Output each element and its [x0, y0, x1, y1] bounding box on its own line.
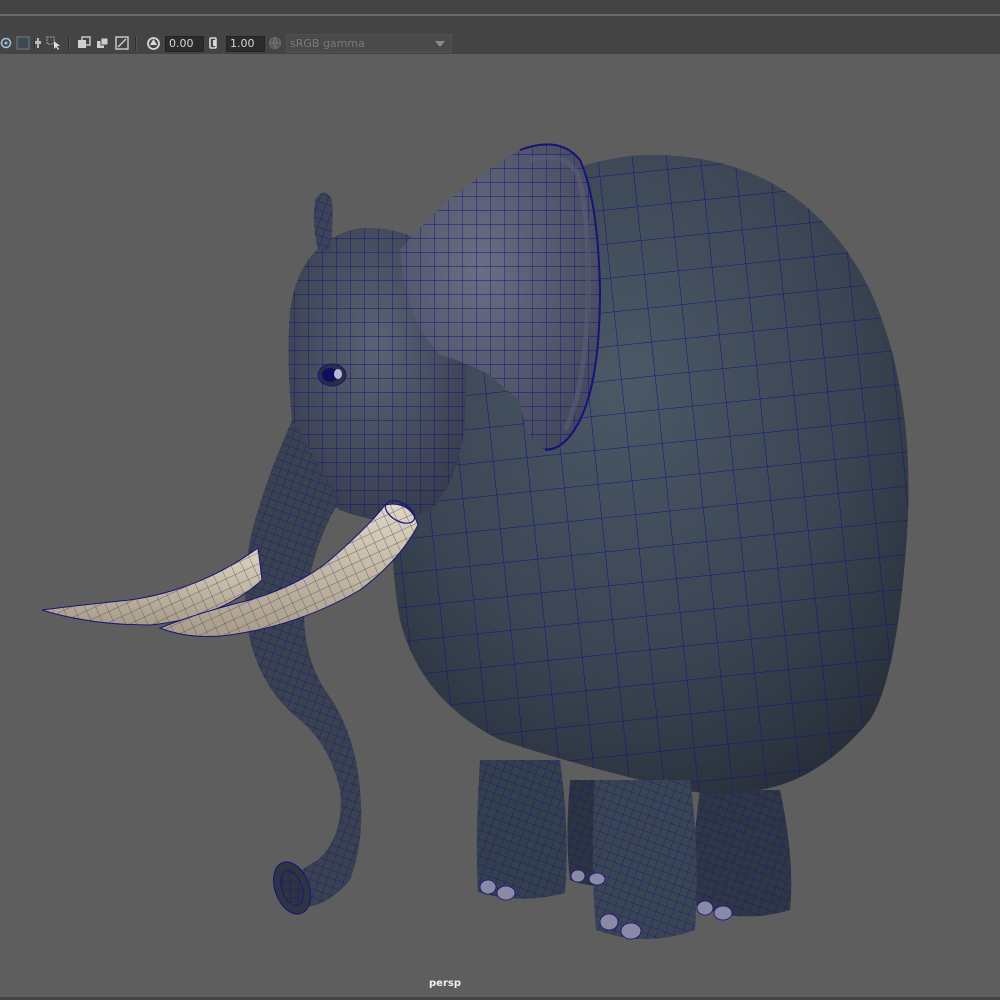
elephant-mesh[interactable]	[0, 54, 1000, 998]
camera-attr-icon[interactable]	[30, 35, 46, 51]
chevron-down-icon	[435, 41, 445, 47]
grid-icon[interactable]	[15, 35, 31, 51]
exposure-icon[interactable]	[145, 35, 161, 51]
3d-viewport[interactable]	[0, 54, 1000, 998]
maya-viewport-panel: 0.00 1.00 sRGB gamma persp	[0, 0, 1000, 1000]
panel-toolbar: 0.00 1.00	[0, 32, 1000, 55]
color-space-dropdown[interactable]: sRGB gamma	[286, 34, 452, 53]
camera-name-label: persp	[429, 978, 461, 989]
color-management-icon[interactable]	[267, 35, 283, 51]
toolbar-separator	[135, 36, 136, 50]
resolution-gate-icon[interactable]	[95, 35, 111, 51]
select-camera-icon[interactable]	[46, 35, 62, 51]
toolbar-separator	[68, 36, 69, 50]
panel-menu-bar	[0, 16, 1000, 32]
film-gate-icon[interactable]	[76, 35, 92, 51]
color-space-label: sRGB gamma	[290, 37, 365, 50]
exposure-field[interactable]: 0.00	[165, 36, 204, 52]
top-shelf-strip	[0, 0, 1000, 14]
gamma-icon[interactable]	[206, 35, 222, 51]
isolate-select-icon[interactable]	[0, 35, 14, 51]
gamma-field[interactable]: 1.00	[226, 36, 265, 52]
safe-action-icon[interactable]	[114, 35, 130, 51]
